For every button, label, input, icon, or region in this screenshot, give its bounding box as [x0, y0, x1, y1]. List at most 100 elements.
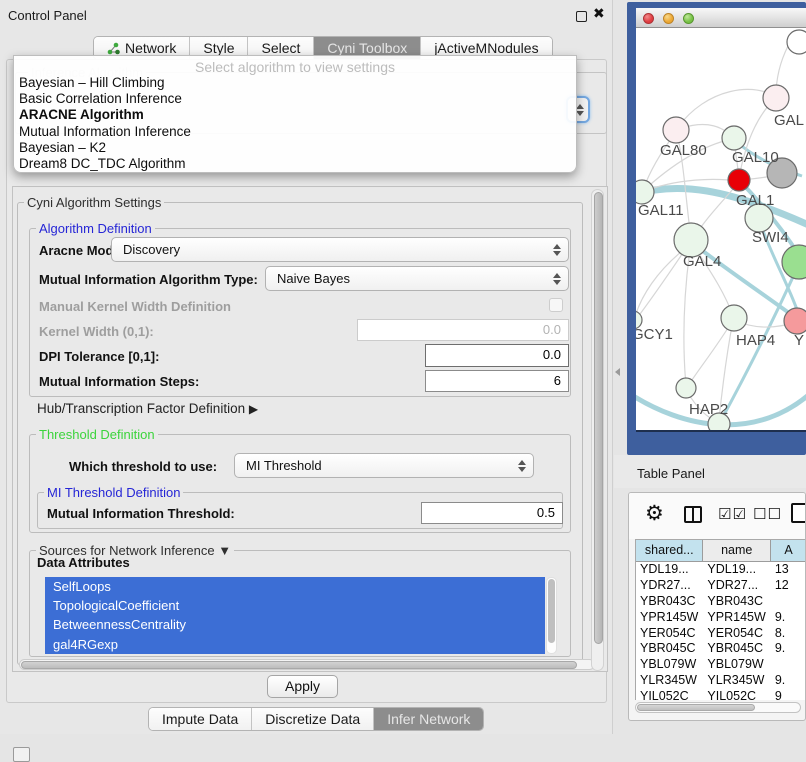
table-row[interactable]: YDR27...YDR27...12	[636, 578, 806, 594]
table-row[interactable]: YBR045CYBR045C9.	[636, 641, 806, 657]
kernel-width-label: Kernel Width (0,1):	[39, 324, 154, 339]
table-cell: 13	[771, 562, 806, 578]
node-label: SWI4	[752, 229, 789, 246]
attribute-item[interactable]: gal4RGexp	[45, 635, 545, 654]
network-icon	[107, 42, 120, 55]
minimized-panel-icon[interactable]	[13, 747, 30, 762]
table-cell: YBR043C	[703, 594, 770, 610]
table-row[interactable]: YER054CYER054C8.	[636, 626, 806, 642]
chevron-right-icon: ▶	[249, 402, 258, 416]
table-cell: YBL079W	[703, 657, 770, 673]
table-panel-header: Table Panel	[614, 455, 806, 488]
data-attributes-list[interactable]: SelfLoopsTopologicalCoefficientBetweenne…	[45, 577, 545, 654]
algorithm-option[interactable]: ARACNE Algorithm	[14, 107, 576, 123]
network-node[interactable]	[782, 245, 806, 279]
attribute-item[interactable]: SelfLoops	[45, 577, 545, 596]
float-window-icon[interactable]	[576, 11, 587, 22]
tab-infer-network[interactable]: Infer Network	[373, 708, 483, 730]
export-table-icon[interactable]	[791, 503, 806, 523]
node-label: GAL80	[660, 142, 707, 159]
cyni-mode-tabbar: Impute DataDiscretize DataInfer Network	[148, 707, 484, 731]
attribute-item[interactable]: BetweennessCentrality	[45, 615, 545, 634]
network-window-titlebar[interactable]	[636, 8, 806, 28]
kernel-width-field[interactable]: 0.0	[357, 319, 569, 341]
algorithm-option[interactable]: Bayesian – Hill Climbing	[14, 75, 576, 91]
algorithm-option[interactable]: Bayesian – K2	[14, 140, 576, 156]
algorithm-option[interactable]: Basic Correlation Inference	[14, 91, 576, 107]
tab-impute-data[interactable]: Impute Data	[149, 708, 251, 730]
columns-icon[interactable]	[684, 506, 702, 523]
zoom-traffic-light-icon[interactable]	[683, 13, 694, 24]
table-panel-body: ⚙ ☑☑ ☐☐ shared...nameA YDL19...YDL19...1…	[628, 492, 806, 721]
settings-hscrollbar[interactable]	[19, 659, 595, 670]
table-row[interactable]: YDL19...YDL19...13	[636, 562, 806, 578]
table-row[interactable]: YBR043CYBR043C	[636, 594, 806, 610]
network-node[interactable]	[663, 117, 689, 143]
table-cell: YIL052C	[703, 689, 770, 700]
spinner-down-icon	[576, 111, 584, 116]
dpi-tolerance-field[interactable]: 0.0	[425, 344, 569, 367]
node-table[interactable]: shared...nameA YDL19...YDL19...13YDR27..…	[635, 539, 806, 700]
network-edge[interactable]	[676, 89, 776, 130]
algorithm-dropdown-popup: Select algorithm to view settings Bayesi…	[13, 55, 577, 173]
network-edge[interactable]	[636, 244, 689, 322]
table-hscrollbar[interactable]	[635, 702, 801, 713]
node-label: GAL10	[732, 149, 779, 166]
hub-definition-toggle[interactable]: Hub/Transcription Factor Definition ▶	[37, 401, 258, 416]
algorithm-option[interactable]: Mutual Information Inference	[14, 124, 576, 140]
network-node[interactable]	[763, 85, 789, 111]
deselect-all-checks-icon[interactable]: ☐☐	[753, 505, 782, 523]
table-cell: YDR27...	[703, 578, 770, 594]
aracne-mode-combo[interactable]: Discovery	[111, 237, 569, 262]
network-node[interactable]	[636, 180, 654, 204]
table-row[interactable]: YIL052CYIL052C9	[636, 689, 806, 700]
close-traffic-light-icon[interactable]	[643, 13, 654, 24]
mi-steps-field[interactable]: 6	[425, 370, 569, 392]
which-threshold-combo[interactable]: MI Threshold	[234, 453, 534, 478]
network-node[interactable]	[728, 169, 750, 191]
network-node[interactable]	[784, 308, 806, 334]
network-edge[interactable]	[688, 320, 733, 386]
aracne-mode-value: Discovery	[123, 242, 180, 257]
node-label: GCY1	[636, 326, 673, 343]
tab-label: jActiveMNodules	[434, 40, 538, 56]
settings-vscrollbar[interactable]	[591, 189, 604, 671]
network-canvas[interactable]: GALGAL80GAL10GAL1GAL11SWI4GAL4GCY1HAP4YH…	[636, 28, 806, 430]
mi-type-combo[interactable]: Naive Bayes	[265, 266, 569, 291]
close-icon[interactable]: ✖	[593, 5, 605, 22]
network-node[interactable]	[676, 378, 696, 398]
minimize-traffic-light-icon[interactable]	[663, 13, 674, 24]
network-window: GALGAL80GAL10GAL1GAL11SWI4GAL4GCY1HAP4YH…	[636, 8, 806, 432]
table-row[interactable]: YLR345WYLR345W9.	[636, 673, 806, 689]
table-row[interactable]: YPR145WYPR145W9.	[636, 610, 806, 626]
network-node[interactable]	[722, 126, 746, 150]
table-cell: YLR345W	[636, 673, 703, 689]
tab-label: Cyni Toolbox	[327, 40, 407, 56]
attribute-item[interactable]: TopologicalCoefficient	[45, 596, 545, 615]
select-all-checks-icon[interactable]: ☑☑	[718, 505, 747, 523]
table-cell: 9.	[771, 641, 806, 657]
network-node[interactable]	[787, 30, 806, 54]
algorithm-option[interactable]: Dream8 DC_TDC Algorithm	[14, 156, 576, 172]
apply-button[interactable]: Apply	[267, 675, 338, 698]
attributes-scrollbar[interactable]	[546, 577, 557, 654]
table-header-row: shared...nameA	[636, 540, 806, 562]
window-bottom-edge	[636, 430, 806, 432]
manual-kernel-checkbox[interactable]	[549, 298, 563, 312]
column-header[interactable]: name	[703, 540, 770, 562]
table-row[interactable]: YBL079WYBL079W	[636, 657, 806, 673]
gear-icon[interactable]: ⚙	[645, 501, 664, 526]
mi-threshold-legend: MI Threshold Definition	[44, 485, 183, 500]
table-cell: 8.	[771, 626, 806, 642]
dpi-tolerance-label: DPI Tolerance [0,1]:	[39, 349, 159, 364]
table-cell: YER054C	[703, 626, 770, 642]
network-node[interactable]	[721, 305, 747, 331]
table-cell: 9.	[771, 673, 806, 689]
chevron-down-icon[interactable]: ▼	[218, 543, 231, 558]
mi-threshold-field[interactable]: 0.5	[421, 502, 563, 524]
column-header[interactable]: shared...	[636, 540, 703, 562]
network-node[interactable]	[674, 223, 708, 257]
panel-divider-arrow-icon[interactable]	[615, 368, 620, 376]
column-header[interactable]: A	[771, 540, 806, 562]
tab-discretize-data[interactable]: Discretize Data	[251, 708, 373, 730]
